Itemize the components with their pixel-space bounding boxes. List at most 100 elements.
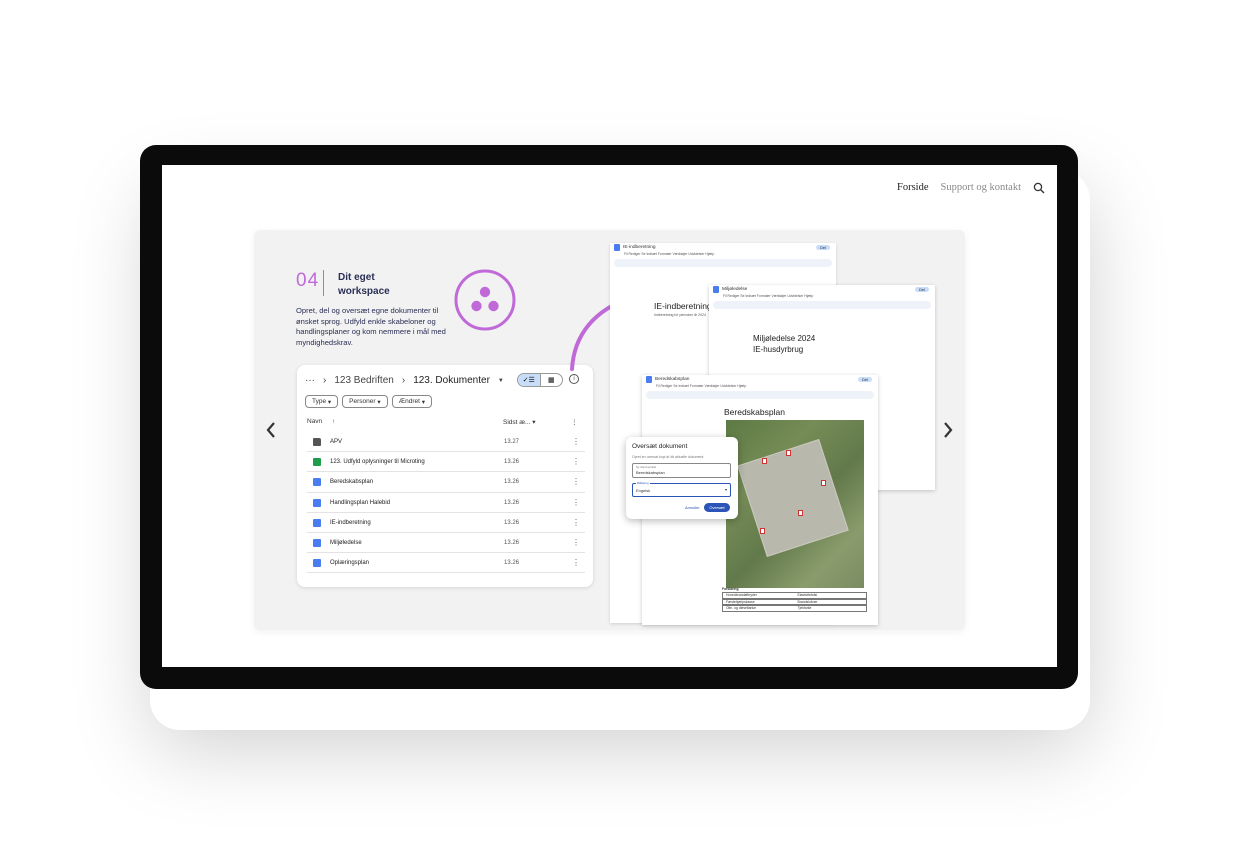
table-row[interactable]: Beredskabsplan 13.26 ⋮ xyxy=(307,472,585,493)
marker-icon xyxy=(786,450,791,456)
column-name[interactable]: Navn xyxy=(307,418,322,425)
more-vert-icon[interactable]: ⋮ xyxy=(572,558,580,567)
column-modified[interactable]: Sidst æ... ▾ xyxy=(503,418,536,426)
file-name: Beredskabsplan xyxy=(330,479,374,486)
more-vert-icon[interactable]: ⋮ xyxy=(572,477,580,486)
breadcrumb-parent[interactable]: 123 Bedriften xyxy=(334,375,394,386)
doc-menu: Fil Rediger Se Indsæt Formater Værktøjer… xyxy=(642,384,878,389)
menu-item[interactable]: Fil xyxy=(624,252,628,256)
cancel-button[interactable]: Annuller xyxy=(685,505,700,510)
menu-item[interactable]: Udvidelser xyxy=(787,294,803,298)
caret-down-icon[interactable]: ▼ xyxy=(498,378,504,384)
title-field[interactable]: Ny dokumentitel Beredskabsplan xyxy=(632,463,731,478)
more-icon[interactable]: ··· xyxy=(305,375,315,386)
menu-item[interactable]: Se xyxy=(740,294,744,298)
more-vert-icon[interactable]: ⋮ xyxy=(572,538,580,547)
menu-item[interactable]: Værktøjer xyxy=(705,384,720,388)
workspace-logo-icon xyxy=(453,268,517,332)
file-date: 13.26 xyxy=(504,499,520,506)
doc-tab-title: Miljøledelse xyxy=(722,287,748,292)
menu-item[interactable]: Formater xyxy=(658,252,672,256)
menu-item[interactable]: Indsæt xyxy=(678,384,688,388)
doc-titlebar: Miljøledelse Del xyxy=(709,285,935,294)
more-vert-icon[interactable]: ⋮ xyxy=(572,498,580,507)
menu-item[interactable]: Formater xyxy=(690,384,704,388)
menu-item[interactable]: Værktøjer xyxy=(772,294,787,298)
next-slide-icon[interactable] xyxy=(941,420,955,440)
field-value: Beredskabsplan xyxy=(636,470,665,475)
docs-icon xyxy=(646,376,652,383)
legend-cell: Førstehjælpskasse xyxy=(726,599,755,604)
filter-people[interactable]: Personer ▾ xyxy=(342,395,388,408)
menu-item[interactable]: Hjælp xyxy=(737,384,746,388)
file-date: 13.26 xyxy=(504,459,520,466)
language-select[interactable]: Målsprog Engelsk ▾ xyxy=(632,481,731,497)
breadcrumb-current[interactable]: 123. Dokumenter xyxy=(413,375,490,386)
folder-icon xyxy=(313,438,321,446)
share-button[interactable]: Del xyxy=(815,245,830,250)
table-row[interactable]: APV 13.27 ⋮ xyxy=(307,432,585,453)
translate-button[interactable]: Oversæt xyxy=(704,503,730,512)
menu-item[interactable]: Se xyxy=(673,384,677,388)
feature-slide: 04 Dit eget workspace Opret, del og over… xyxy=(254,230,965,630)
doc-heading: IE-indberetning xyxy=(654,301,712,311)
doc-titlebar: Beredskabsplan Del xyxy=(642,375,878,384)
slide-description: Opret, del og oversæt egne dokumenter ti… xyxy=(296,306,446,347)
menu-item[interactable]: Hjælp xyxy=(705,252,714,256)
filter-type[interactable]: Type ▾ xyxy=(305,395,339,408)
table-row[interactable]: IE-indberetning 13.26 ⋮ xyxy=(307,513,585,533)
table-row[interactable]: Oplæringsplan 13.26 ⋮ xyxy=(307,553,585,574)
menu-item[interactable]: Rediger xyxy=(661,384,673,388)
field-label: Målsprog xyxy=(636,481,650,485)
doc-tab-title: Beredskabsplan xyxy=(655,377,690,382)
menu-item[interactable]: Indsæt xyxy=(646,252,656,256)
file-name: Oplæringsplan xyxy=(330,560,370,567)
table-row[interactable]: 123. Udfyld oplysninger til Microting 13.… xyxy=(307,452,585,473)
grid-view-icon[interactable]: ▦ xyxy=(541,374,563,386)
marker-icon xyxy=(798,510,803,516)
menu-item[interactable]: Indsæt xyxy=(745,294,755,298)
more-vert-icon[interactable]: ⋮ xyxy=(572,518,580,527)
sort-up-icon[interactable]: ↑ xyxy=(332,418,335,425)
filter-modified[interactable]: Ændret ▾ xyxy=(391,395,433,408)
menu-item[interactable]: Rediger xyxy=(629,252,641,256)
nav-support-link[interactable]: Support og kontakt xyxy=(941,182,1022,193)
info-icon[interactable]: i xyxy=(569,374,579,384)
more-vert-icon[interactable]: ⋮ xyxy=(572,457,580,466)
nav-home-link[interactable]: Forside xyxy=(897,182,929,193)
search-icon[interactable] xyxy=(1033,181,1045,194)
menu-item[interactable]: Se xyxy=(641,252,645,256)
share-button[interactable]: Del xyxy=(857,377,872,382)
number-divider xyxy=(323,270,324,296)
docs-icon xyxy=(313,518,321,527)
menu-item[interactable]: Fil xyxy=(723,294,727,298)
menu-item[interactable]: Fil xyxy=(656,384,660,388)
prev-slide-icon[interactable] xyxy=(264,420,278,440)
more-vert-icon[interactable]: ⋮ xyxy=(572,437,580,446)
share-button[interactable]: Del xyxy=(914,287,929,292)
table-row[interactable]: Handlingsplan Halebid 13.26 ⋮ xyxy=(307,493,585,513)
menu-item[interactable]: Udvidelser xyxy=(720,384,736,388)
drive-file-list: ··· › 123 Bedriften › 123. Dokumenter ▼ … xyxy=(297,365,593,587)
chevron-right-icon: › xyxy=(323,375,327,386)
table-row[interactable]: Miljøledelse 13.26 ⋮ xyxy=(307,533,585,554)
slide-number: 04 xyxy=(296,270,320,291)
menu-item[interactable]: Værktøjer xyxy=(673,252,688,256)
legend-cell: Olie- og dieseltanke xyxy=(726,606,756,611)
menu-item[interactable]: Hjælp xyxy=(804,294,813,298)
top-nav: Forside Support og kontakt xyxy=(897,177,1057,197)
legend-cell: Brandslukner xyxy=(797,599,818,604)
slide-title: Dit eget workspace xyxy=(338,272,390,297)
menu-item[interactable]: Udvidelser xyxy=(688,252,704,256)
doc-toolbar xyxy=(713,301,931,309)
file-name: Miljøledelse xyxy=(330,539,362,546)
list-view-icon[interactable]: ✓☰ xyxy=(518,374,541,386)
doc-menu: Fil Rediger Se Indsæt Formater Værktøjer… xyxy=(610,252,836,257)
legend-cell: Hovedbrandafbryder xyxy=(726,593,757,598)
more-vert-icon[interactable]: ⋮ xyxy=(571,418,578,426)
menu-item[interactable]: Rediger xyxy=(728,294,740,298)
menu-item[interactable]: Formater xyxy=(757,294,771,298)
filter-label: Personer xyxy=(349,398,376,405)
sheets-icon xyxy=(313,458,321,467)
docs-icon xyxy=(313,478,321,487)
